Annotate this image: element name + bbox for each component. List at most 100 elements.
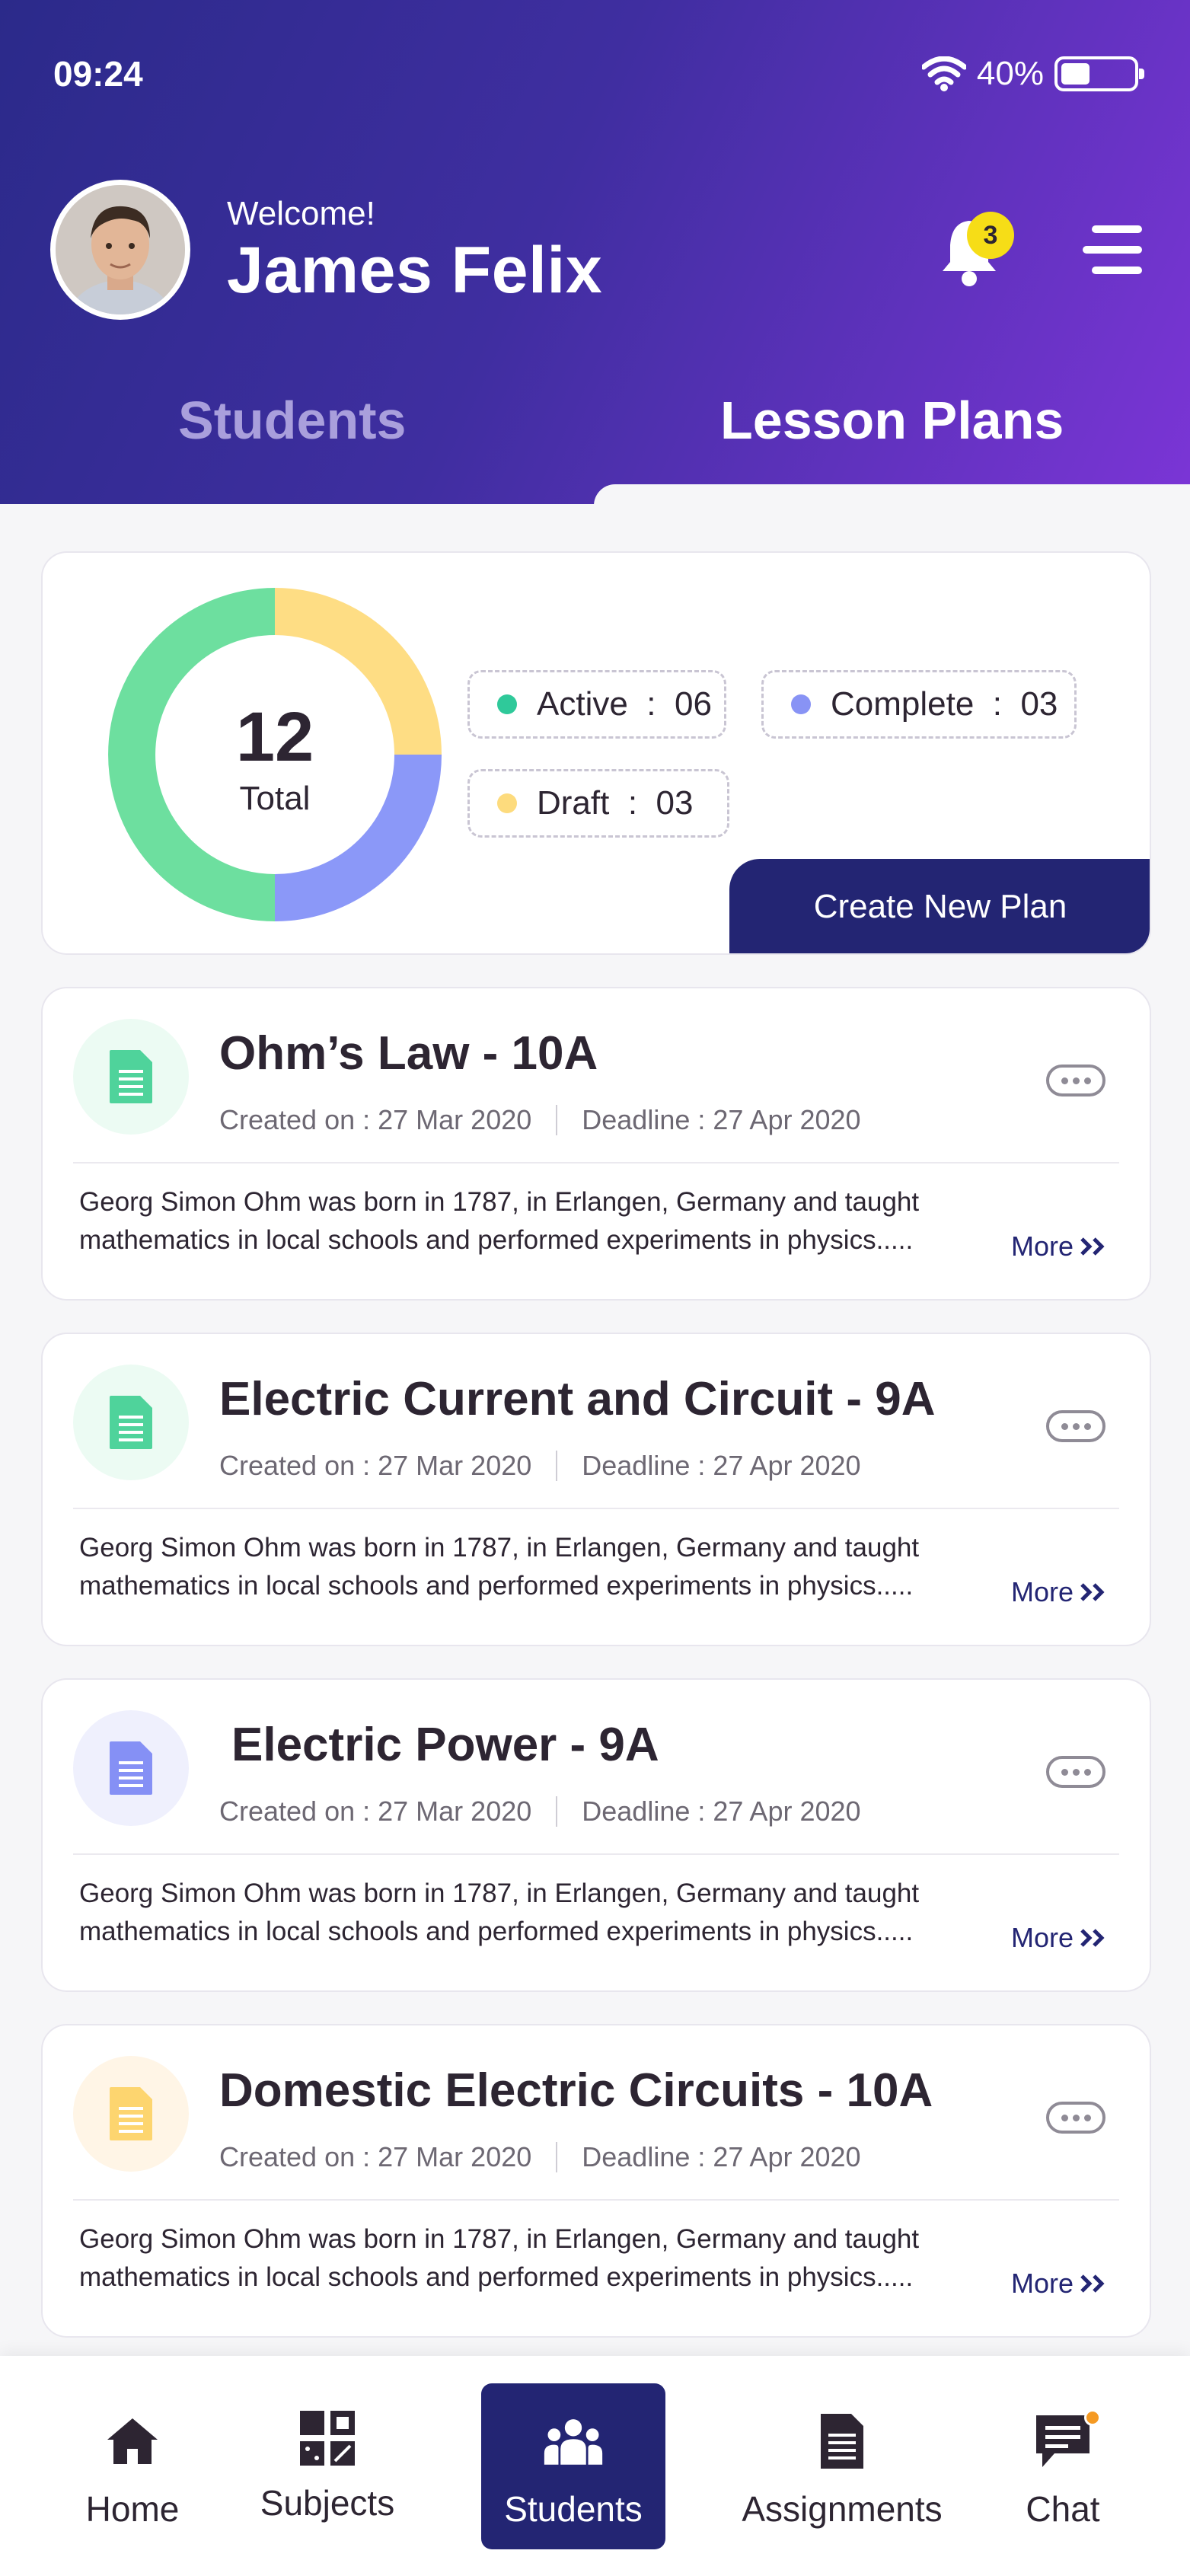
meta-divider [556, 1451, 558, 1481]
divider [73, 1853, 1119, 1855]
stat-separator: : [627, 784, 638, 822]
lesson-description: Georg Simon Ohm was born in 1787, in Erl… [79, 1879, 920, 1946]
lesson-card[interactable]: Ohm’s Law - 10A Created on : 27 Mar 2020… [41, 987, 1151, 1301]
status-time: 09:24 [53, 54, 143, 94]
divider [73, 2199, 1119, 2201]
subjects-icon [300, 2411, 355, 2466]
complete-label: Complete [831, 685, 975, 723]
draft-stat: Draft : 03 [467, 769, 729, 838]
more-link[interactable]: More [1011, 1231, 1107, 1262]
more-link[interactable]: More [1011, 1922, 1107, 1954]
active-value: 06 [674, 685, 712, 723]
complete-stat: Complete : 03 [761, 670, 1077, 739]
nav-label: Assignments [742, 2489, 943, 2529]
document-icon [110, 1741, 152, 1795]
nav-chat[interactable]: Chat [1017, 2356, 1109, 2576]
more-link[interactable]: More [1011, 1576, 1107, 1608]
double-chevron-right-icon [1080, 1929, 1105, 1947]
lesson-dates: Created on : 27 Mar 2020 Deadline : 27 A… [219, 1104, 861, 1136]
lesson-icon-wrap [73, 1710, 189, 1826]
nav-assignments[interactable]: Assignments [731, 2356, 953, 2576]
lesson-title: Ohm’s Law - 10A [219, 1027, 598, 1080]
lesson-icon-wrap [73, 2056, 189, 2172]
lesson-description: Georg Simon Ohm was born in 1787, in Erl… [79, 2224, 920, 2292]
meta-divider [556, 1105, 558, 1135]
draft-dot-icon [497, 793, 517, 813]
battery-percent: 40% [976, 55, 1044, 92]
header: 09:24 40% Welcome! James Felix 3 Student… [0, 0, 1190, 515]
double-chevron-right-icon [1080, 1583, 1105, 1601]
double-chevron-right-icon [1080, 2274, 1105, 2293]
lesson-dates: Created on : 27 Mar 2020 Deadline : 27 A… [219, 1450, 861, 1482]
nav-home[interactable]: Home [73, 2356, 192, 2576]
document-icon [110, 1396, 152, 1449]
double-chevron-right-icon [1080, 1237, 1105, 1256]
status-icons: 40% [921, 55, 1144, 93]
tab-students[interactable]: Students [178, 390, 406, 451]
more-options-icon[interactable] [1046, 1065, 1105, 1096]
divider [73, 1162, 1119, 1164]
lesson-card[interactable]: Electric Current and Circuit - 9A Create… [41, 1333, 1151, 1646]
students-icon [544, 2419, 603, 2465]
hamburger-menu-icon[interactable] [1080, 221, 1145, 279]
created-date: Created on : 27 Mar 2020 [219, 1796, 532, 1827]
document-icon [110, 2087, 152, 2140]
deadline-date: Deadline : 27 Apr 2020 [582, 2141, 861, 2172]
avatar-portrait [56, 185, 185, 314]
active-label: Active [537, 685, 628, 723]
create-new-plan-button[interactable]: Create New Plan [729, 859, 1150, 953]
more-label: More [1011, 1576, 1074, 1607]
more-link[interactable]: More [1011, 2268, 1107, 2300]
lesson-description: Georg Simon Ohm was born in 1787, in Erl… [79, 1187, 920, 1255]
lesson-dates: Created on : 27 Mar 2020 Deadline : 27 A… [219, 2141, 861, 2173]
nav-label: Students [504, 2489, 643, 2529]
complete-value: 03 [1020, 685, 1058, 723]
battery-icon [1054, 56, 1144, 91]
lesson-dates: Created on : 27 Mar 2020 Deadline : 27 A… [219, 1796, 861, 1827]
nav-label: Subjects [260, 2483, 395, 2523]
total-label: Total [239, 780, 311, 817]
draft-label: Draft [537, 784, 610, 822]
welcome-text: Welcome! [227, 195, 375, 232]
lesson-title: Electric Power - 9A [231, 1719, 659, 1771]
stat-separator: : [992, 685, 1002, 723]
lesson-card[interactable]: Domestic Electric Circuits - 10A Created… [41, 2024, 1151, 2338]
stat-separator: : [646, 685, 656, 723]
battery-level-fill [1061, 63, 1090, 85]
draft-value: 03 [656, 784, 694, 822]
deadline-date: Deadline : 27 Apr 2020 [582, 1104, 861, 1135]
assignments-icon [821, 2414, 863, 2469]
avatar[interactable] [50, 180, 190, 320]
nav-students[interactable]: Students [481, 2383, 665, 2549]
lesson-icon-wrap [73, 1365, 189, 1480]
more-options-icon[interactable] [1046, 2102, 1105, 2134]
lesson-title: Electric Current and Circuit - 9A [219, 1373, 936, 1425]
home-icon [107, 2418, 158, 2464]
lesson-icon-wrap [73, 1019, 189, 1135]
divider [73, 1508, 1119, 1509]
meta-divider [556, 1796, 558, 1827]
active-tab-indicator [594, 484, 1190, 515]
nav-label: Home [85, 2489, 180, 2529]
complete-dot-icon [791, 694, 811, 714]
user-name: James Felix [227, 234, 603, 307]
nav-subjects[interactable]: Subjects [244, 2356, 411, 2576]
more-options-icon[interactable] [1046, 1756, 1105, 1788]
active-stat: Active : 06 [467, 670, 726, 739]
created-date: Created on : 27 Mar 2020 [219, 2141, 532, 2172]
chat-icon [1036, 2415, 1090, 2467]
bottom-navigation: Home Subjects Students Assignments Chat [0, 2356, 1190, 2576]
more-options-icon[interactable] [1046, 1410, 1105, 1442]
deadline-date: Deadline : 27 Apr 2020 [582, 1450, 861, 1481]
lesson-card[interactable]: Electric Power - 9A Created on : 27 Mar … [41, 1678, 1151, 1992]
nav-label: Chat [1026, 2489, 1100, 2529]
deadline-date: Deadline : 27 Apr 2020 [582, 1796, 861, 1827]
more-label: More [1011, 1922, 1074, 1953]
meta-divider [556, 2142, 558, 2172]
tab-lesson-plans[interactable]: Lesson Plans [720, 390, 1064, 451]
created-date: Created on : 27 Mar 2020 [219, 1104, 532, 1135]
summary-card: 12 Total Active : 06 Complete : 03 Draft… [41, 551, 1151, 955]
wifi-icon [921, 56, 966, 91]
lesson-description: Georg Simon Ohm was born in 1787, in Erl… [79, 1533, 920, 1601]
active-dot-icon [497, 694, 517, 714]
